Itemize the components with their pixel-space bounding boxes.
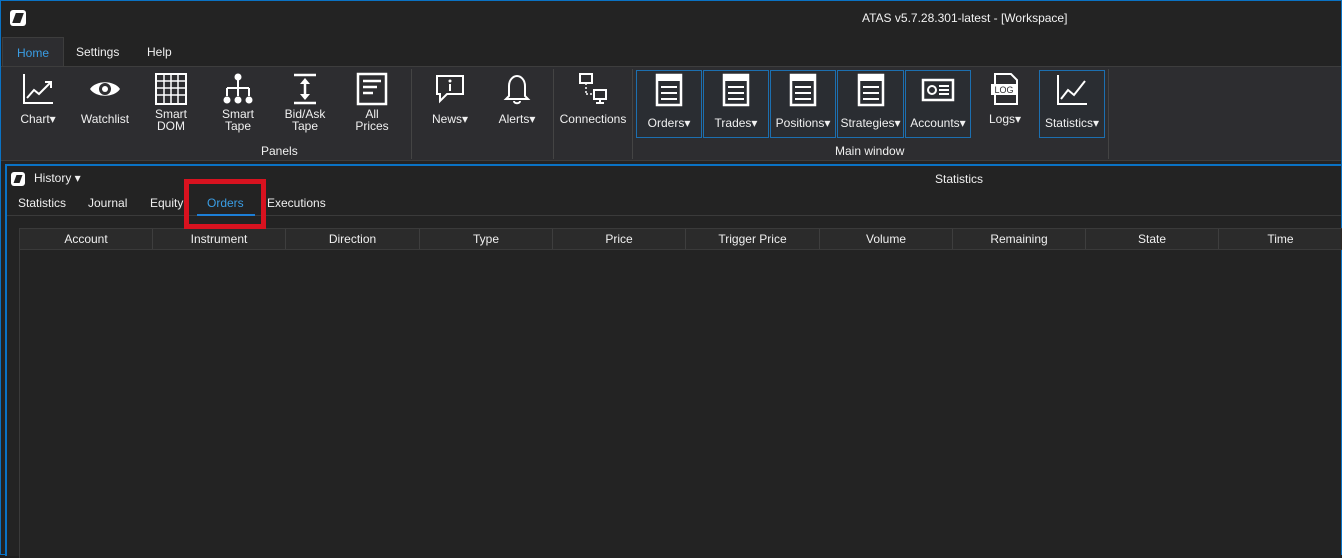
logs-label: Logs▾	[988, 112, 1022, 126]
chart-button[interactable]: Chart▾	[6, 70, 70, 138]
panels-group-label: Panels	[261, 144, 298, 158]
tab-equity[interactable]: Equity	[150, 196, 183, 210]
bell-icon	[503, 74, 531, 105]
hierarchy-icon	[223, 73, 253, 104]
list-document-icon	[789, 73, 817, 107]
statistics-window-button[interactable]: Statistics▾	[1039, 70, 1105, 138]
smart-tape-button[interactable]: Smart Tape	[206, 70, 270, 138]
orders-window-label: Orders▾	[647, 116, 691, 130]
app-logo-icon[interactable]	[10, 10, 26, 26]
bid-ask-tape-label-line2: Tape	[291, 119, 319, 133]
logs-button[interactable]: LOG Logs▾	[972, 70, 1038, 138]
positions-window-label: Positions▾	[775, 116, 831, 130]
strategies-window-label: Strategies▾	[840, 116, 901, 130]
statistics-window-label: Statistics▾	[1044, 116, 1100, 130]
column-header-state[interactable]: State	[1086, 229, 1219, 249]
all-prices-label-line2: Prices	[355, 119, 389, 133]
list-document-icon	[857, 73, 884, 107]
eye-icon	[90, 82, 120, 96]
positions-window-button[interactable]: Positions▾	[770, 70, 836, 138]
document-lines-icon	[356, 72, 388, 106]
orders-table: Account Instrument Direction Type Price …	[19, 228, 1342, 558]
orders-tab-highlight	[184, 179, 266, 229]
log-icon-text: LOG	[994, 85, 1013, 95]
strategies-window-button[interactable]: Strategies▾	[837, 70, 904, 138]
ribbon-tab-help[interactable]: Help	[133, 37, 186, 67]
news-label: News▾	[431, 112, 469, 126]
accounts-window-button[interactable]: Accounts▾	[905, 70, 971, 138]
all-prices-button[interactable]: All Prices	[340, 70, 404, 138]
list-document-icon	[655, 73, 683, 107]
title-bar: ATAS v5.7.28.301-latest - [Workspace]	[1, 1, 1341, 35]
ribbon-tab-settings[interactable]: Settings	[62, 37, 133, 67]
chart-icon	[23, 74, 53, 104]
watchlist-button[interactable]: Watchlist	[73, 70, 137, 138]
grid-icon	[155, 73, 187, 105]
panel-logo-icon	[11, 172, 25, 186]
connections-button[interactable]: Connections	[557, 70, 629, 138]
app-window: ATAS v5.7.28.301-latest - [Workspace] Ho…	[0, 0, 1342, 558]
column-header-instrument[interactable]: Instrument	[153, 229, 286, 249]
trades-window-button[interactable]: Trades▾	[703, 70, 769, 138]
ribbon-toolbar: Chart▾ Watchlist Smart DOM Smart Tape Bi…	[1, 66, 1341, 161]
group-separator	[632, 69, 633, 159]
vertical-arrows-icon	[294, 73, 316, 105]
account-card-icon	[921, 78, 955, 102]
tab-executions[interactable]: Executions	[267, 196, 326, 210]
list-document-icon	[722, 73, 750, 107]
main-window-group-label: Main window	[835, 144, 905, 158]
trades-window-label: Trades▾	[714, 116, 758, 130]
document-title: Statistics	[935, 172, 984, 186]
bid-ask-tape-button[interactable]: Bid/Ask Tape	[273, 70, 337, 138]
column-header-account[interactable]: Account	[20, 229, 153, 249]
history-dropdown[interactable]: History ▾	[34, 171, 81, 185]
watchlist-label: Watchlist	[80, 112, 130, 126]
statistics-chart-icon	[1057, 75, 1087, 105]
connections-label: Connections	[559, 112, 627, 126]
chart-label: Chart▾	[20, 112, 56, 126]
group-separator	[1108, 69, 1109, 159]
ribbon-tab-home[interactable]: Home	[2, 37, 65, 67]
ribbon-tabs: Home Settings Help	[1, 37, 1341, 67]
history-document-panel: History ▾ Statistics Statistics Journal …	[5, 164, 1342, 558]
column-header-volume[interactable]: Volume	[820, 229, 953, 249]
network-icon	[579, 73, 607, 104]
column-header-direction[interactable]: Direction	[286, 229, 420, 249]
group-separator	[553, 69, 554, 159]
column-header-trigger-price[interactable]: Trigger Price	[686, 229, 820, 249]
alerts-label: Alerts▾	[498, 112, 536, 126]
orders-window-button[interactable]: Orders▾	[636, 70, 702, 138]
column-header-remaining[interactable]: Remaining	[953, 229, 1086, 249]
smart-dom-label-line2: DOM	[157, 119, 185, 133]
column-header-time[interactable]: Time	[1219, 229, 1342, 249]
tab-statistics[interactable]: Statistics	[18, 196, 66, 210]
smart-tape-label-line2: Tape	[224, 119, 252, 133]
tab-journal[interactable]: Journal	[88, 196, 127, 210]
news-button[interactable]: News▾	[418, 70, 482, 138]
speech-bubble-icon	[436, 75, 464, 104]
column-header-price[interactable]: Price	[553, 229, 686, 249]
window-title: ATAS v5.7.28.301-latest - [Workspace]	[862, 11, 1068, 25]
group-separator	[411, 69, 412, 159]
log-file-icon: LOG	[991, 73, 1018, 105]
column-header-type[interactable]: Type	[420, 229, 553, 249]
accounts-window-label: Accounts▾	[910, 116, 966, 130]
smart-dom-button[interactable]: Smart DOM	[139, 70, 203, 138]
orders-table-header: Account Instrument Direction Type Price …	[20, 228, 1342, 250]
alerts-button[interactable]: Alerts▾	[485, 70, 549, 138]
